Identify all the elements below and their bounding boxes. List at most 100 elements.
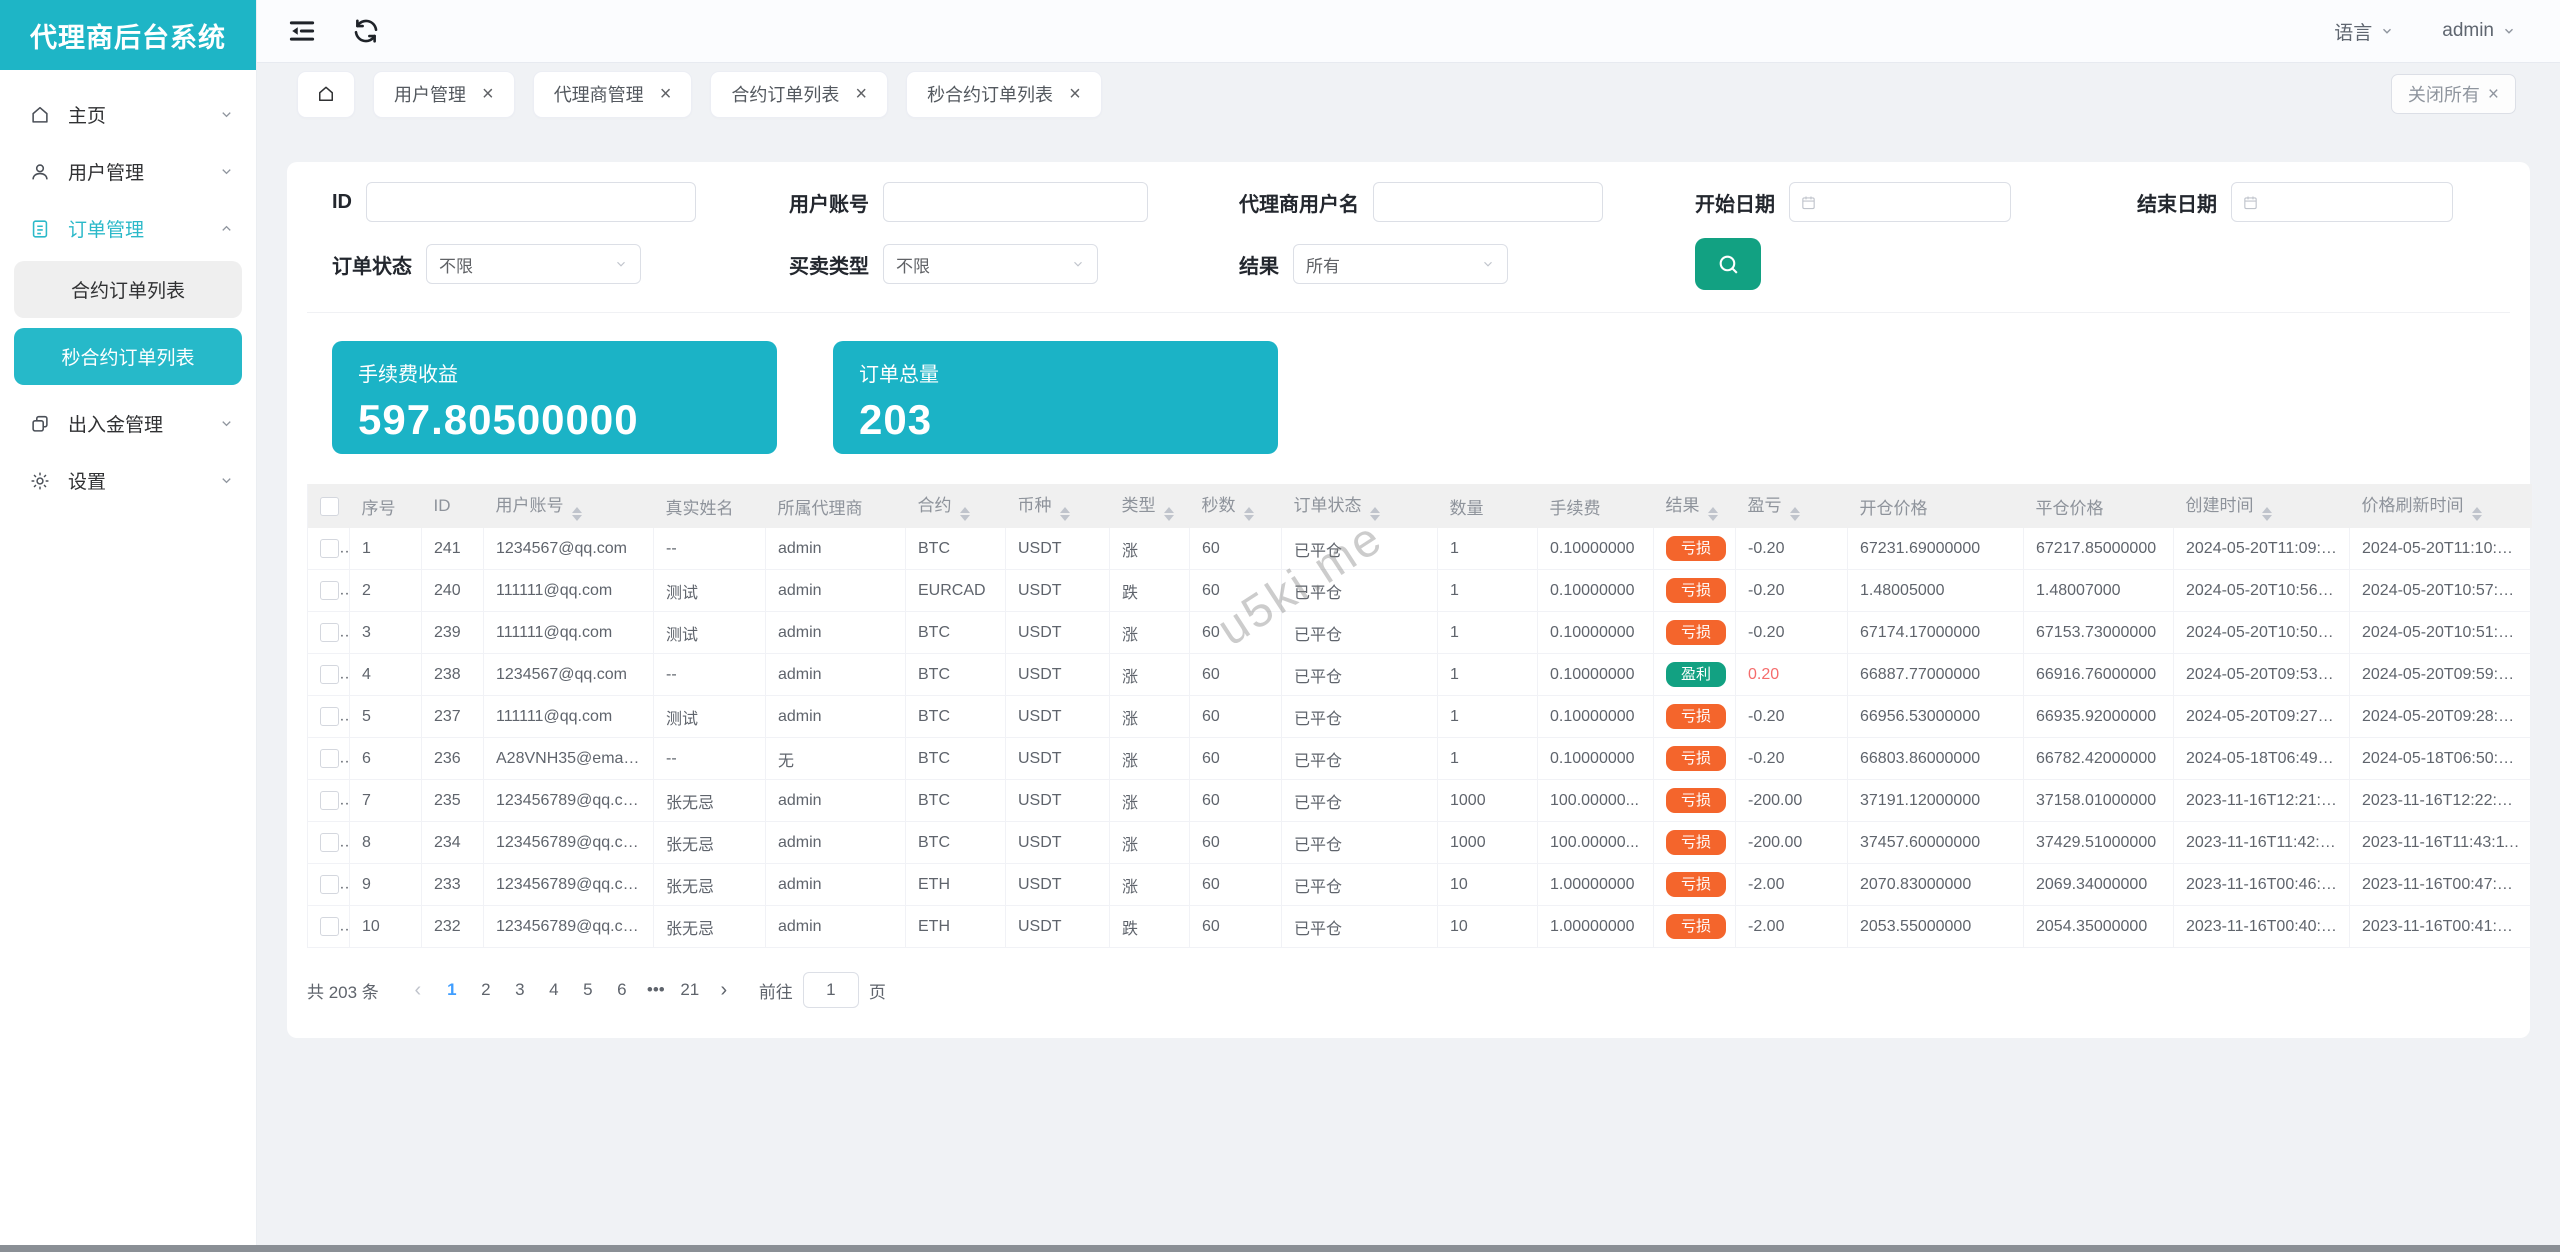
next-page-button[interactable]: ›	[707, 973, 741, 1007]
tab-home[interactable]	[297, 70, 355, 118]
close-icon[interactable]: ×	[660, 84, 672, 104]
table-row: 7 235 123456789@qq.com 张无忌 admin BTC USDT 涨 60 已平…	[307, 779, 2533, 822]
close-icon[interactable]: ×	[1069, 84, 1081, 104]
page-button-5[interactable]: 5	[571, 973, 605, 1007]
sort-caret-icon[interactable]	[959, 507, 970, 521]
cell-coin: USDT	[1005, 569, 1110, 612]
row-checkbox[interactable]	[320, 833, 339, 852]
cell-profit: -0.20	[1735, 737, 1848, 780]
cell-checkbox	[307, 653, 350, 696]
row-checkbox[interactable]	[320, 707, 339, 726]
page-button-2[interactable]: 2	[469, 973, 503, 1007]
refresh-icon[interactable]	[351, 16, 381, 46]
sort-caret-icon[interactable]	[1789, 507, 1800, 521]
cell-open_price: 37457.60000000	[1847, 821, 2024, 864]
column-header[interactable]: 秒数	[1189, 484, 1282, 528]
row-checkbox[interactable]	[320, 665, 339, 684]
column-header[interactable]: 盈亏	[1735, 484, 1848, 528]
close-icon[interactable]: ×	[482, 84, 494, 104]
column-header[interactable]: 用户账号	[483, 484, 654, 528]
tab-user-management[interactable]: 用户管理 ×	[373, 70, 515, 118]
cell-status: 已平仓	[1281, 653, 1438, 696]
sidebar-item-funds-management[interactable]: 出入金管理	[0, 395, 256, 452]
cell-seq: 2	[349, 569, 422, 612]
column-header[interactable]: 类型	[1109, 484, 1190, 528]
sort-caret-icon[interactable]	[571, 507, 582, 521]
close-all-tabs-button[interactable]: 关闭所有 ×	[2390, 74, 2516, 114]
cell-checkbox	[307, 821, 350, 864]
column-header: 开仓价格	[1847, 484, 2024, 528]
cell-type: 涨	[1109, 779, 1190, 822]
sidebar-item-label: 设置	[68, 472, 107, 493]
trade-type-select[interactable]: 不限	[883, 244, 1098, 284]
cell-created_at: 2023-11-16T00:40:50...	[2173, 905, 2350, 948]
cell-id: 232	[421, 905, 484, 948]
collapse-menu-icon[interactable]	[287, 16, 317, 46]
row-checkbox[interactable]	[320, 623, 339, 642]
sort-caret-icon[interactable]	[1243, 507, 1254, 521]
cell-account: A28VNH35@email...	[483, 737, 654, 780]
cell-coin: USDT	[1005, 653, 1110, 696]
sidebar-item-home[interactable]: 主页	[0, 86, 256, 143]
trade-type-value: 不限	[896, 256, 930, 276]
cell-contract: BTC	[905, 779, 1006, 822]
goto-page-input[interactable]	[802, 972, 859, 1008]
cell-seq: 4	[349, 653, 422, 696]
account-filter-input[interactable]	[883, 182, 1148, 222]
sidebar-item-order-management[interactable]: 订单管理	[0, 200, 256, 257]
cell-contract: EURCAD	[905, 569, 1006, 612]
sidebar-item-user-management[interactable]: 用户管理	[0, 143, 256, 200]
user-dropdown[interactable]: admin	[2442, 20, 2516, 42]
stat-card-fee-income: 手续费收益 597.80500000	[332, 341, 777, 454]
column-header[interactable]: 价格刷新时间	[2349, 484, 2533, 528]
page-button-6[interactable]: 6	[605, 973, 639, 1007]
header-checkbox[interactable]	[320, 497, 339, 516]
row-checkbox[interactable]	[320, 539, 339, 558]
cell-id: 240	[421, 569, 484, 612]
page-ellipsis-button[interactable]: •••	[639, 973, 673, 1007]
row-checkbox[interactable]	[320, 917, 339, 936]
column-header-label: 合约	[917, 496, 952, 515]
close-icon[interactable]: ×	[855, 84, 867, 104]
column-header[interactable]: 创建时间	[2173, 484, 2350, 528]
column-header[interactable]: 合约	[905, 484, 1006, 528]
cell-fee: 1.00000000	[1537, 905, 1654, 948]
end-date-input[interactable]	[2231, 182, 2453, 222]
page-button-21[interactable]: 21	[673, 973, 707, 1007]
sidebar-subitem-contract-orders[interactable]: 合约订单列表	[14, 261, 242, 318]
tab-agent-management[interactable]: 代理商管理 ×	[532, 70, 693, 118]
row-checkbox[interactable]	[320, 749, 339, 768]
page-button-4[interactable]: 4	[537, 973, 571, 1007]
row-checkbox[interactable]	[320, 791, 339, 810]
row-checkbox[interactable]	[320, 875, 339, 894]
search-button[interactable]	[1695, 238, 1761, 290]
prev-page-button[interactable]: ‹	[401, 973, 435, 1007]
result-select[interactable]: 所有	[1293, 244, 1508, 284]
page-button-3[interactable]: 3	[503, 973, 537, 1007]
sort-caret-icon[interactable]	[1163, 507, 1174, 521]
order-status-select[interactable]: 不限	[426, 244, 641, 284]
sidebar-subitem-second-contract-orders[interactable]: 秒合约订单列表	[14, 328, 242, 385]
cell-id: 236	[421, 737, 484, 780]
column-header[interactable]: 币种	[1005, 484, 1110, 528]
language-dropdown[interactable]: 语言	[2334, 18, 2394, 45]
start-date-input[interactable]	[1789, 182, 2011, 222]
id-filter-input[interactable]	[366, 182, 696, 222]
sidebar-item-settings[interactable]: 设置	[0, 452, 256, 509]
cell-profit: -0.20	[1735, 695, 1848, 738]
sort-caret-icon[interactable]	[1707, 507, 1718, 521]
agent-filter-input[interactable]	[1373, 182, 1603, 222]
sort-caret-icon[interactable]	[1369, 507, 1380, 521]
tab-second-contract-orders[interactable]: 秒合约订单列表 ×	[906, 70, 1102, 118]
page-button-1[interactable]: 1	[435, 973, 469, 1007]
row-checkbox[interactable]	[320, 581, 339, 600]
column-header[interactable]: 结果	[1653, 484, 1736, 528]
sort-caret-icon[interactable]	[1059, 507, 1070, 521]
sort-caret-icon[interactable]	[2471, 507, 2482, 521]
tab-contract-orders[interactable]: 合约订单列表 ×	[710, 70, 889, 118]
sort-caret-icon[interactable]	[2261, 507, 2272, 521]
column-header[interactable]: 订单状态	[1281, 484, 1438, 528]
cell-contract: BTC	[905, 737, 1006, 780]
cell-close_price: 66782.42000000	[2023, 737, 2174, 780]
cell-quantity: 1000	[1437, 821, 1538, 864]
